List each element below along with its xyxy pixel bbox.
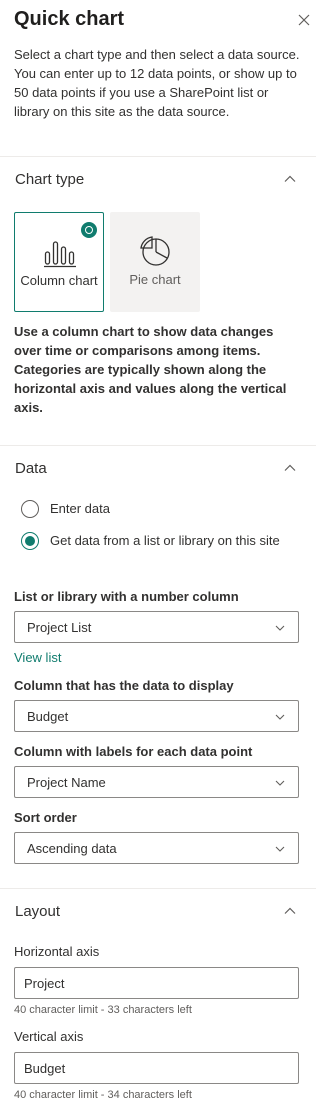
pie-chart-tile[interactable]: Pie chart bbox=[110, 212, 200, 312]
horizontal-axis-value: Project bbox=[24, 976, 65, 991]
column-chart-icon bbox=[43, 235, 77, 269]
divider bbox=[0, 156, 316, 157]
column-data-value: Budget bbox=[27, 709, 69, 724]
sort-order-dropdown[interactable]: Ascending data bbox=[14, 832, 299, 864]
list-library-value: Project List bbox=[27, 620, 92, 635]
pie-chart-icon bbox=[138, 234, 172, 268]
panel-title: Quick chart bbox=[14, 8, 125, 30]
close-icon[interactable] bbox=[294, 10, 314, 30]
chevron-down-icon bbox=[273, 710, 287, 724]
vertical-axis-label: Vertical axis bbox=[14, 1029, 84, 1044]
enter-data-radio[interactable] bbox=[21, 500, 39, 518]
column-chart-tile[interactable]: Column chart bbox=[14, 212, 104, 312]
vertical-axis-hint: 40 character limit - 34 characters left bbox=[14, 1089, 192, 1101]
selected-check-icon bbox=[81, 222, 97, 238]
column-data-label: Column that has the data to display bbox=[14, 678, 234, 693]
sort-order-value: Ascending data bbox=[27, 841, 117, 856]
chart-type-help-text: Use a column chart to show data changes … bbox=[14, 324, 287, 415]
panel-description: Select a chart type and then select a da… bbox=[14, 47, 300, 119]
vertical-axis-input[interactable]: Budget bbox=[14, 1052, 299, 1084]
chevron-down-icon bbox=[273, 621, 287, 635]
list-library-dropdown[interactable]: Project List bbox=[14, 611, 299, 643]
list-library-label: List or library with a number column bbox=[14, 589, 239, 604]
column-data-dropdown[interactable]: Budget bbox=[14, 700, 299, 732]
chevron-up-icon[interactable] bbox=[282, 171, 298, 187]
chevron-down-icon bbox=[273, 842, 287, 856]
divider bbox=[0, 445, 316, 446]
column-labels-value: Project Name bbox=[27, 775, 106, 790]
sort-order-label: Sort order bbox=[14, 810, 77, 825]
column-labels-dropdown[interactable]: Project Name bbox=[14, 766, 299, 798]
horizontal-axis-hint: 40 character limit - 33 characters left bbox=[14, 1004, 192, 1016]
column-chart-label: Column chart bbox=[20, 273, 98, 288]
section-title-chart-type[interactable]: Chart type bbox=[15, 171, 84, 188]
list-data-radio-label[interactable]: Get data from a list or library on this … bbox=[50, 531, 300, 551]
enter-data-radio-label[interactable]: Enter data bbox=[50, 499, 300, 519]
pie-chart-label: Pie chart bbox=[129, 272, 181, 287]
chevron-down-icon bbox=[273, 776, 287, 790]
column-labels-label: Column with labels for each data point bbox=[14, 744, 253, 759]
list-data-radio[interactable] bbox=[21, 532, 39, 550]
vertical-axis-value: Budget bbox=[24, 1061, 66, 1076]
view-list-link[interactable]: View list bbox=[14, 650, 61, 665]
section-title-data[interactable]: Data bbox=[15, 460, 47, 477]
horizontal-axis-input[interactable]: Project bbox=[14, 967, 299, 999]
horizontal-axis-label: Horizontal axis bbox=[14, 944, 100, 959]
divider bbox=[0, 888, 316, 889]
section-title-layout[interactable]: Layout bbox=[15, 903, 60, 920]
chevron-up-icon[interactable] bbox=[282, 903, 298, 919]
chevron-up-icon[interactable] bbox=[282, 460, 298, 476]
